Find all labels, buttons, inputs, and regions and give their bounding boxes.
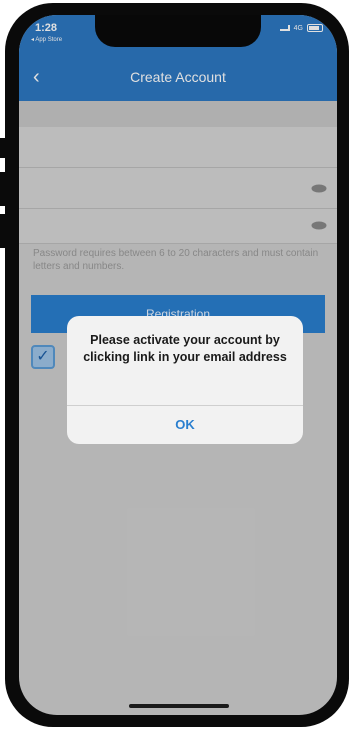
home-indicator[interactable] xyxy=(129,704,229,708)
ok-button[interactable]: OK xyxy=(67,406,303,444)
volume-down-button xyxy=(0,214,6,248)
activation-alert: Please activate your account by clicking… xyxy=(67,316,303,444)
phone-frame: 1:28 ◂ App Store 4G ‹ Create Account Pas… xyxy=(5,3,349,727)
mute-switch xyxy=(0,138,6,158)
alert-message: Please activate your account by clicking… xyxy=(83,333,287,364)
phone-screen: 1:28 ◂ App Store 4G ‹ Create Account Pas… xyxy=(19,15,337,715)
volume-up-button xyxy=(0,172,6,206)
